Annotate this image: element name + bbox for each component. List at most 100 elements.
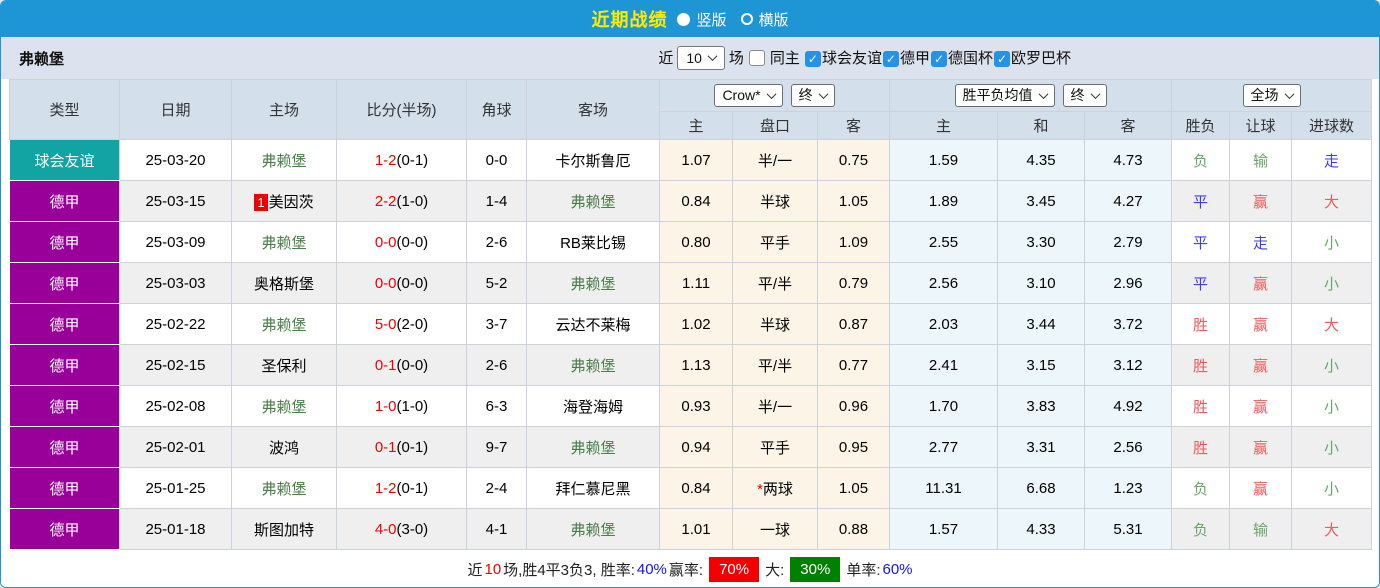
home-team-cell: 弗赖堡	[231, 303, 337, 345]
competition-checkbox[interactable]: ✓	[804, 51, 821, 68]
result-cell: 负	[1171, 139, 1230, 181]
date-cell: 25-02-08	[119, 385, 232, 427]
odds-away-cell: 1.09	[817, 221, 890, 263]
mean-draw-cell: 3.45	[997, 180, 1085, 222]
mean-away-cell: 4.73	[1084, 139, 1172, 181]
mean-away-cell: 2.96	[1084, 262, 1172, 304]
corner-cell: 9-7	[466, 426, 527, 468]
same-home-checkbox[interactable]	[748, 49, 765, 66]
sub-header-mean-draw: 和	[997, 111, 1085, 140]
chevron-down-icon	[1038, 89, 1048, 100]
odds-away-cell: 0.95	[817, 426, 890, 468]
competition-checkbox[interactable]: ✓	[882, 51, 899, 68]
mean-draw-cell: 3.30	[997, 221, 1085, 263]
competition-checkbox[interactable]: ✓	[930, 51, 947, 68]
table-row: 德甲 25-02-08 弗赖堡 1-0(1-0) 6-3 海登海姆 0.93 半…	[9, 385, 1373, 427]
mean-home-cell: 2.77	[889, 426, 998, 468]
mean-away-cell: 2.79	[1084, 221, 1172, 263]
radio-unselected-icon	[740, 13, 753, 25]
mean-draw-cell: 3.15	[997, 344, 1085, 386]
same-home-label: 同主	[769, 50, 800, 68]
handicap-cell: 平手	[732, 221, 818, 263]
competition-label: 德国杯	[947, 50, 993, 68]
result-cell: 胜	[1171, 385, 1230, 427]
games-label: 场	[728, 50, 744, 68]
competition-checkbox[interactable]: ✓	[993, 51, 1010, 68]
recent-count-select[interactable]: 10	[677, 45, 725, 71]
match-type-cell: 德甲	[9, 344, 120, 386]
summary-segment: 大:	[765, 561, 785, 579]
chevron-down-icon	[707, 51, 718, 62]
panel-title: 近期战绩	[591, 10, 668, 30]
sub-header-odds-away: 客	[817, 111, 890, 140]
score-cell: 0-1(0-1)	[336, 426, 467, 468]
mean-home-cell: 1.59	[889, 139, 998, 181]
match-type-cell: 球会友谊	[9, 139, 120, 181]
date-cell: 25-02-22	[119, 303, 232, 345]
score-cell: 1-2(0-1)	[336, 467, 467, 509]
mean-home-cell: 2.03	[889, 303, 998, 345]
odds-home-cell: 1.02	[659, 303, 733, 345]
handicap-cell: 半球	[732, 180, 818, 222]
radio-vertical-label: 竖版	[696, 11, 727, 29]
mean-time-select[interactable]: 终	[1062, 84, 1107, 107]
odds-away-cell: 0.87	[817, 303, 890, 345]
odds-source-select[interactable]: Crow*	[714, 84, 783, 107]
away-team-cell: 弗赖堡	[526, 344, 660, 386]
corner-cell: 2-4	[466, 467, 527, 509]
competition-label: 球会友谊	[821, 50, 882, 68]
odds-home-cell: 0.93	[659, 385, 733, 427]
odds-home-cell: 0.84	[659, 467, 733, 509]
away-team-cell: 弗赖堡	[526, 262, 660, 304]
summary-segment: 60%	[882, 560, 913, 578]
mean-home-cell: 1.70	[889, 385, 998, 427]
home-team-cell: 奥格斯堡	[231, 262, 337, 304]
result-cell: 平	[1171, 221, 1230, 263]
home-team-cell: 弗赖堡	[231, 385, 337, 427]
handicap-cell: 平/半	[732, 344, 818, 386]
table-row: 德甲 25-03-03 奥格斯堡 0-0(0-0) 5-2 弗赖堡 1.11 平…	[9, 262, 1373, 304]
odds-away-cell: 0.96	[817, 385, 890, 427]
let-result-cell: 赢	[1229, 262, 1292, 304]
results-table: 类型 日期 主场 比分(半场) 角球 客场 Crow* 终 胜平负均值 终 全场…	[9, 79, 1373, 550]
chevron-down-icon	[1090, 89, 1100, 100]
handicap-cell: 半/一	[732, 385, 818, 427]
match-type-cell: 德甲	[9, 221, 120, 263]
mean-away-cell: 2.56	[1084, 426, 1172, 468]
home-team-cell: 斯图加特	[231, 508, 337, 550]
mean-away-cell: 3.72	[1084, 303, 1172, 345]
odds-home-cell: 0.94	[659, 426, 733, 468]
table-row: 德甲 25-02-01 波鸿 0-1(0-1) 9-7 弗赖堡 0.94 平手 …	[9, 426, 1373, 468]
radio-vertical-layout[interactable]: 竖版	[677, 9, 727, 30]
mean-away-cell: 3.12	[1084, 344, 1172, 386]
radio-horizontal-layout[interactable]: 横版	[740, 9, 789, 30]
mean-type-select[interactable]: 胜平负均值	[954, 84, 1055, 107]
goals-result-cell: 小	[1290, 467, 1373, 509]
result-group-header: 全场	[1170, 79, 1373, 112]
let-result-cell: 赢	[1229, 426, 1292, 468]
result-scope-select[interactable]: 全场	[1242, 84, 1301, 107]
recent-results-panel: 近期战绩 竖版 横版 弗赖堡 近 10 场 同主 ✓ 球会友谊 ✓ 德甲 ✓ 德国杯 ✓ 欧罗…	[0, 0, 1380, 588]
mean-group-header: 胜平负均值 终	[889, 79, 1172, 112]
col-header-home: 主场	[231, 79, 337, 140]
odds-home-cell: 0.80	[659, 221, 733, 263]
sub-header-handicap: 盘口	[732, 111, 818, 140]
col-header-away: 客场	[526, 79, 660, 140]
table-row: 德甲 25-03-15 1 美因茨 2-2(1-0) 1-4 弗赖堡 0.84 半…	[9, 180, 1373, 222]
result-cell: 胜	[1171, 426, 1230, 468]
mean-away-cell: 5.31	[1084, 508, 1172, 550]
corner-cell: 2-6	[466, 221, 527, 263]
odds-home-cell: 1.11	[659, 262, 733, 304]
let-result-cell: 赢	[1229, 344, 1292, 386]
mean-draw-cell: 4.33	[997, 508, 1085, 550]
odds-away-cell: 0.79	[817, 262, 890, 304]
handicap-cell: 平/半	[732, 262, 818, 304]
home-team-cell: 弗赖堡	[231, 221, 337, 263]
corner-cell: 5-2	[466, 262, 527, 304]
goals-result-cell: 小	[1290, 426, 1373, 468]
away-team-cell: 卡尔斯鲁厄	[526, 139, 660, 181]
let-result-cell: 输	[1229, 508, 1292, 550]
odds-time-select[interactable]: 终	[790, 84, 835, 107]
table-row: 德甲 25-02-22 弗赖堡 5-0(2-0) 3-7 云达不莱梅 1.02 …	[9, 303, 1373, 345]
mean-away-cell: 4.27	[1084, 180, 1172, 222]
